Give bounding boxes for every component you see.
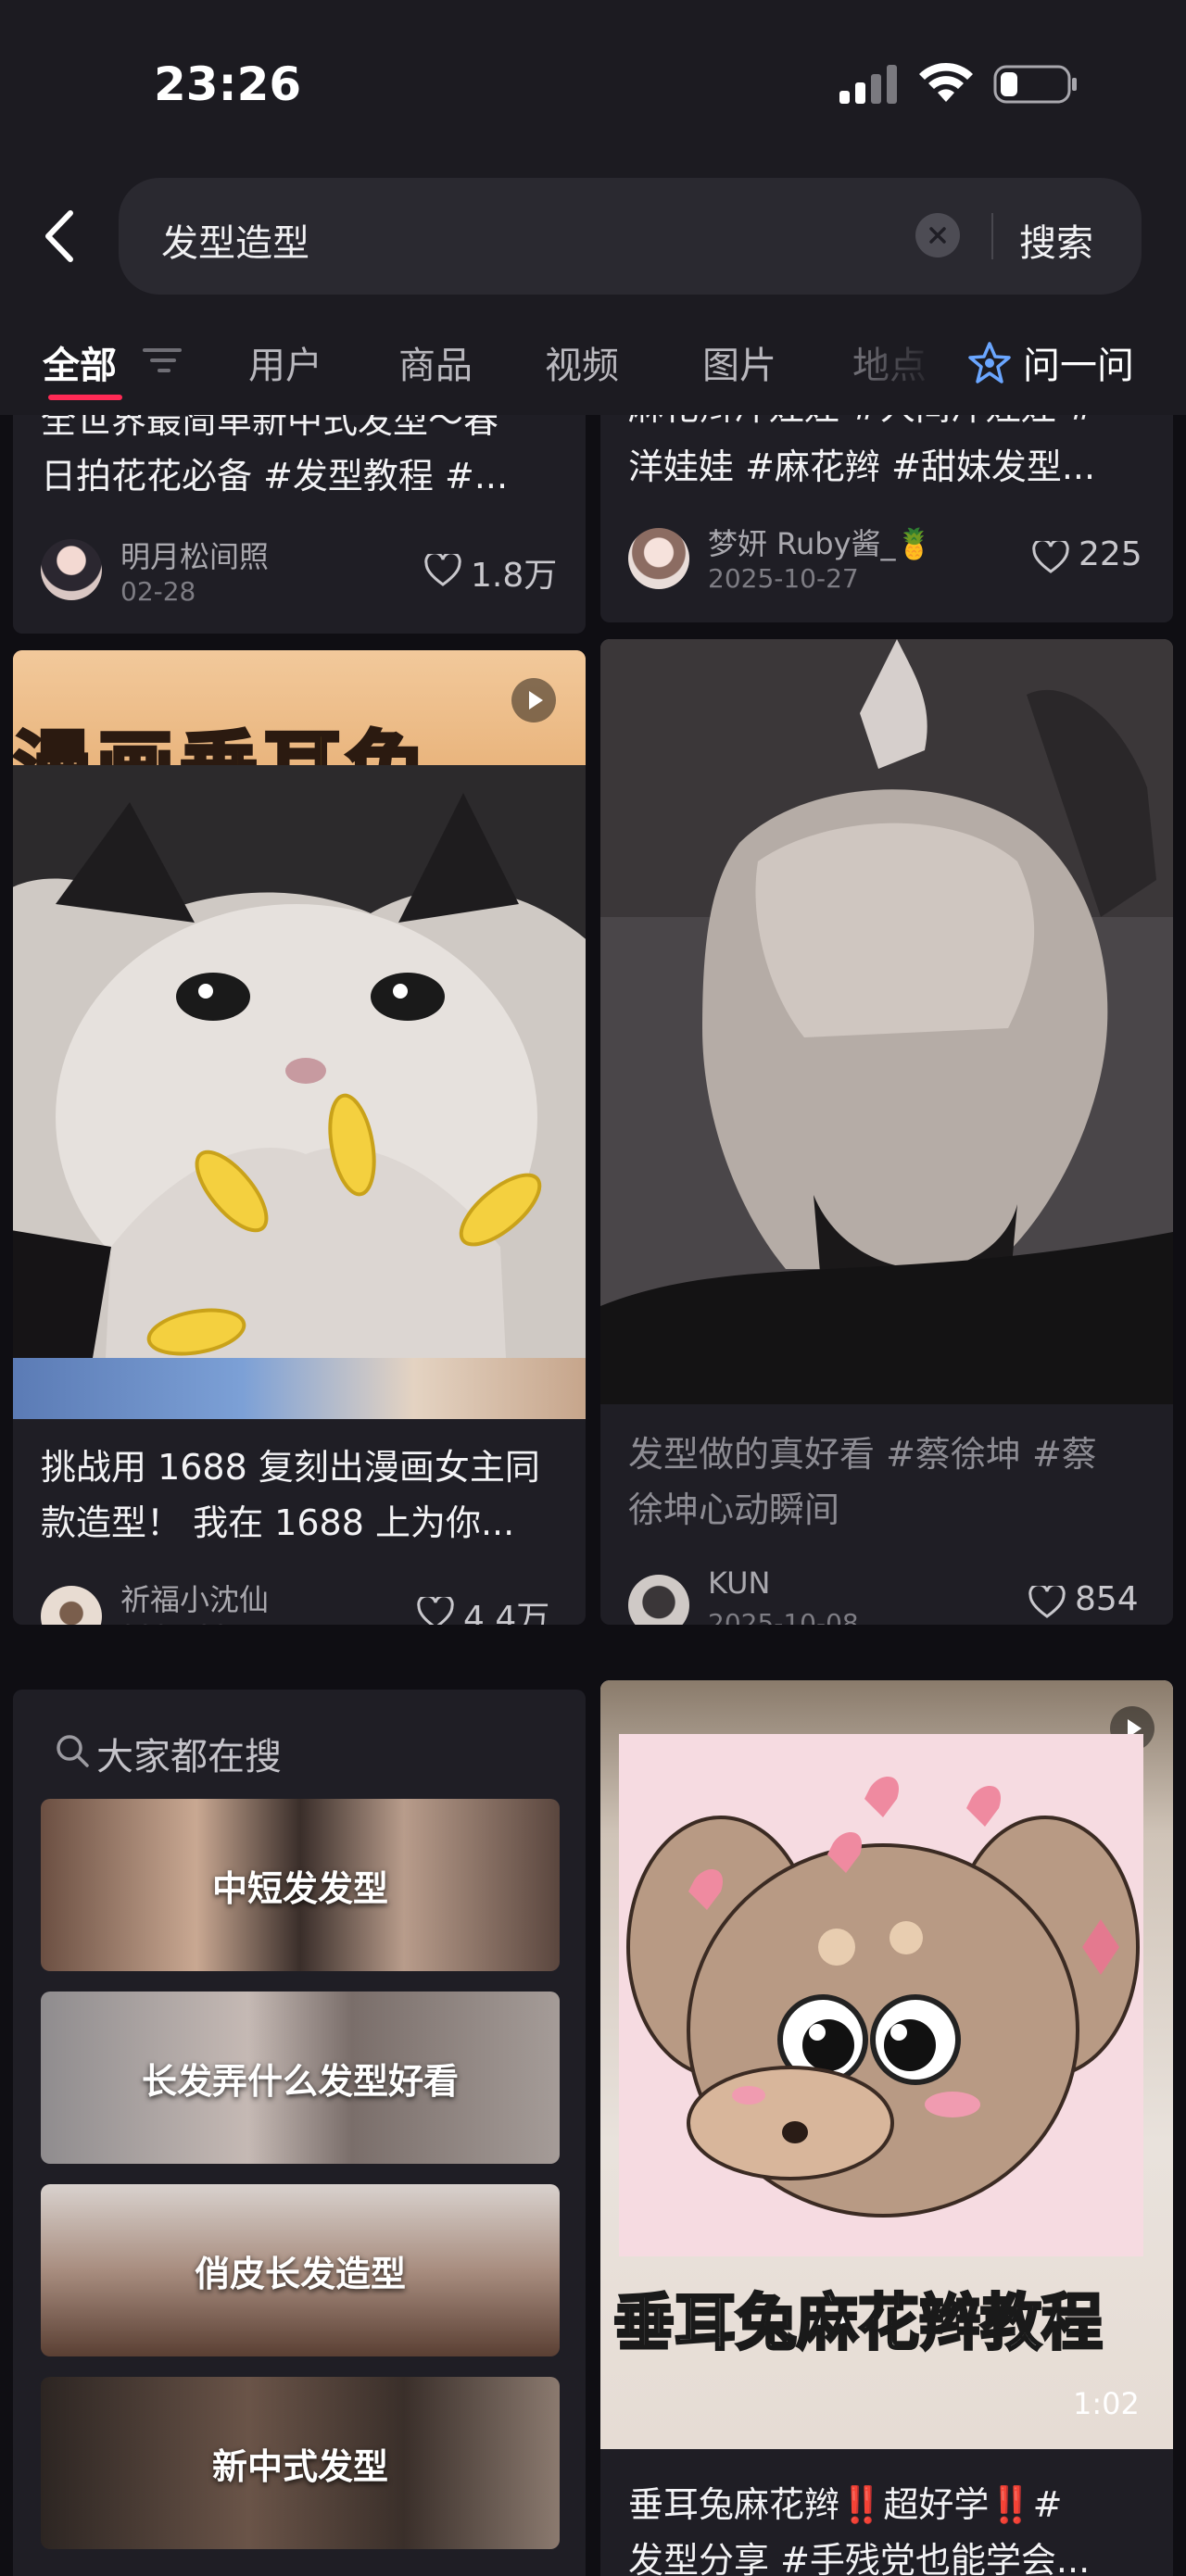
post-card[interactable]: 漫画垂耳兔	[13, 650, 586, 1625]
search-bar[interactable]: 发型造型 搜索	[119, 178, 1142, 295]
play-icon	[529, 691, 543, 710]
video-badge	[511, 678, 556, 723]
cat-meme-sticker	[13, 765, 586, 1358]
battery-icon	[993, 65, 1077, 104]
thumbnail-bottom-strip	[13, 1358, 586, 1419]
post-card[interactable]: 全世界最简单新中式发型～春 日拍花花必备 #发型教程 #... 明月松间照 02…	[13, 415, 586, 634]
post-caption: 发型做的真好看 #蔡徐坤 #蔡	[628, 1434, 1097, 1475]
avatar[interactable]	[628, 528, 689, 589]
ask-button[interactable]: 问一问	[1023, 335, 1134, 389]
like-count: 4.4万	[463, 1600, 550, 1625]
avatar[interactable]	[41, 539, 102, 600]
back-arrow-icon[interactable]	[37, 204, 83, 269]
heart-icon[interactable]	[1028, 1586, 1066, 1619]
heart-icon[interactable]	[424, 554, 461, 587]
post-thumbnail[interactable]	[600, 639, 1173, 1404]
thumbnail-overlay-text: 垂耳兔麻花辫教程	[612, 2286, 1104, 2360]
post-date: 2025-10-27	[708, 563, 859, 594]
trending-title: 大家都在搜	[96, 1736, 282, 1778]
post-caption: 垂耳兔麻花辫‼️超好学‼️#	[628, 2484, 1063, 2525]
tab-images[interactable]: 图片	[702, 335, 776, 389]
post-thumbnail[interactable]: 漫画垂耳兔	[13, 650, 586, 1419]
trending-item-label: 长发弄什么发型好看	[141, 2060, 459, 2102]
trending-item-label: 新中式发型	[211, 2445, 388, 2487]
trending-item-label: 中短发发型	[211, 1867, 388, 1909]
post-caption: 全世界最简单新中式发型～春	[41, 415, 499, 441]
tab-all[interactable]: 全部	[43, 335, 117, 389]
wifi-icon	[919, 62, 973, 102]
filter-icon[interactable]	[143, 345, 182, 376]
post-caption: 麻花辫洋娃娃 #人间洋娃娃 #	[628, 415, 1151, 435]
category-tabs: 全部 用户 商品 视频 图片 地点 问一问	[0, 322, 1186, 415]
search-input[interactable]: 发型造型	[161, 213, 309, 267]
tab-videos[interactable]: 视频	[545, 335, 619, 389]
like-count: 854	[1075, 1580, 1139, 1618]
trending-item[interactable]: 新中式发型	[41, 2377, 560, 2549]
tab-products[interactable]: 商品	[398, 335, 473, 389]
sparkle-ai-icon	[968, 342, 1011, 383]
trending-item[interactable]: 中短发发型	[41, 1799, 560, 1971]
avatar[interactable]	[628, 1575, 689, 1625]
post-date: 2025-10-08	[708, 1608, 859, 1625]
post-caption: 款造型！ 我在 1688 上为你...	[41, 1502, 515, 1543]
trending-item[interactable]: 俏皮长发造型	[41, 2184, 560, 2356]
post-caption: 日拍花花必备 #发型教程 #...	[41, 456, 509, 496]
trending-item[interactable]: 长发弄什么发型好看	[41, 1992, 560, 2164]
post-date: 2024-08-11	[120, 1619, 271, 1625]
post-date: 02-28	[120, 576, 196, 607]
video-duration: 1:02	[1073, 2386, 1140, 2421]
search-icon	[57, 1735, 89, 1767]
search-header: 发型造型 搜索	[0, 167, 1186, 322]
post-caption: 发型分享 #手残党也能学会...	[628, 2540, 1091, 2576]
bunny-sticker	[619, 1734, 1143, 2256]
clear-search-button[interactable]	[915, 213, 960, 258]
tab-users[interactable]: 用户	[248, 335, 322, 389]
trending-searches-card: 大家都在搜 中短发发型 长发弄什么发型好看 俏皮长发造型 新中式发型	[13, 1690, 586, 2576]
results-feed: 全世界最简单新中式发型～春 日拍花花必备 #发型教程 #... 明月松间照 02…	[0, 415, 1186, 2576]
status-bar: 23:26	[0, 0, 1186, 167]
active-tab-indicator	[48, 395, 122, 400]
tab-fade-overlay	[862, 322, 973, 415]
cellular-signal-icon	[839, 65, 897, 104]
post-card[interactable]: 发型做的真好看 #蔡徐坤 #蔡 徐坤心动瞬间 KUN 2025-10-08 85…	[600, 639, 1173, 1625]
post-caption: 徐坤心动瞬间	[628, 1489, 840, 1530]
post-caption: 挑战用 1688 复刻出漫画女主同	[41, 1447, 540, 1488]
post-card[interactable]: 垂耳兔麻花辫教程 1:02 垂耳兔麻花辫‼️超好学‼️# 发型分享 #手残党也能…	[600, 1680, 1173, 2576]
search-button[interactable]: 搜索	[1019, 213, 1093, 267]
hairstyle-photo	[600, 639, 1173, 1404]
post-card[interactable]: 麻花辫洋娃娃 #人间洋娃娃 # 洋娃娃 #麻花辫 #甜妹发型... 梦妍 Rub…	[600, 415, 1173, 622]
heart-icon[interactable]	[417, 1597, 454, 1625]
author-name[interactable]: 明月松间照	[120, 534, 269, 576]
trending-item-label: 俏皮长发造型	[194, 2253, 406, 2294]
divider	[991, 213, 993, 259]
author-name[interactable]: 祈福小沈仙	[120, 1577, 269, 1619]
clock: 23:26	[154, 57, 302, 111]
author-name[interactable]: KUN	[708, 1565, 770, 1601]
like-count: 1.8万	[471, 557, 558, 595]
avatar[interactable]	[41, 1586, 102, 1625]
close-icon	[929, 227, 946, 244]
post-caption: 洋娃娃 #麻花辫 #甜妹发型...	[628, 446, 1096, 487]
heart-icon[interactable]	[1032, 541, 1069, 574]
like-count: 225	[1079, 535, 1142, 573]
author-name[interactable]: 梦妍 Ruby酱_🍍	[708, 521, 932, 563]
post-thumbnail[interactable]: 垂耳兔麻花辫教程 1:02	[600, 1680, 1173, 2449]
